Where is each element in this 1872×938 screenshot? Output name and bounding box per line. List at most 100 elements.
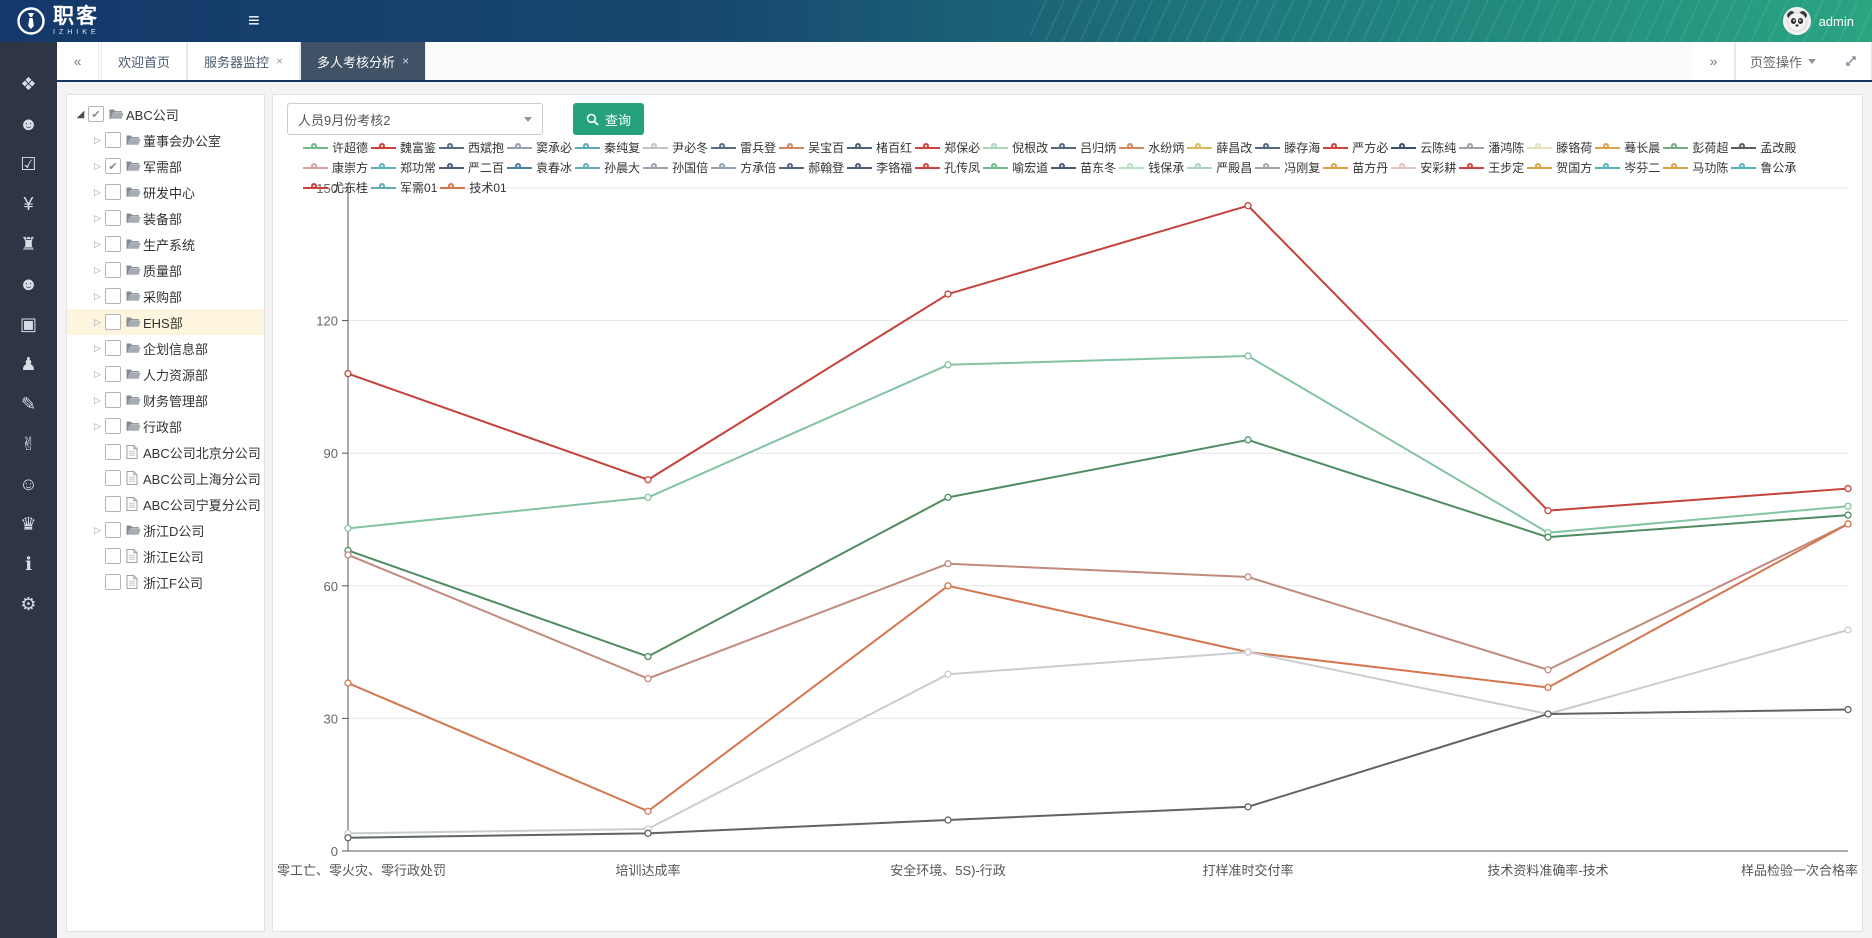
tree-expander-icon[interactable]: ▷: [90, 421, 105, 432]
legend-item[interactable]: 军需01: [371, 181, 437, 194]
legend-item[interactable]: 吕归炳: [1051, 141, 1116, 154]
legend-item[interactable]: 技术01: [440, 181, 506, 194]
legend-item[interactable]: 岑芬二: [1595, 161, 1660, 174]
tree-item[interactable]: ▷装备部: [67, 205, 264, 231]
tree-expander-icon[interactable]: ▷: [90, 395, 105, 406]
tree-expander-icon[interactable]: ▷: [90, 161, 105, 172]
legend-item[interactable]: 雷兵登: [711, 141, 776, 154]
legend-item[interactable]: 严方必: [1323, 141, 1388, 154]
sidebar-education-cap-icon[interactable]: ✎: [0, 384, 57, 424]
tree-expander-icon[interactable]: ▷: [90, 369, 105, 380]
sidebar-team-icon[interactable]: ☻: [0, 264, 57, 304]
tree-checkbox[interactable]: [105, 132, 121, 148]
legend-item[interactable]: 鲁公承: [1731, 161, 1796, 174]
legend-item[interactable]: 孙国倍: [643, 161, 708, 174]
tree-expander-icon[interactable]: ▷: [90, 291, 105, 302]
tree-checkbox[interactable]: [105, 184, 121, 200]
sidebar-briefcase-icon[interactable]: ▣: [0, 304, 57, 344]
tree-item[interactable]: ◢✔ABC公司: [67, 101, 264, 127]
tree-expander-icon[interactable]: ▷: [90, 135, 105, 146]
legend-item[interactable]: 滕铬荷: [1527, 141, 1592, 154]
tree-expander-icon[interactable]: ▷: [90, 525, 105, 536]
legend-item[interactable]: 尹必冬: [643, 141, 708, 154]
legend-item[interactable]: 苗东冬: [1051, 161, 1116, 174]
tree-checkbox[interactable]: [105, 210, 121, 226]
sidebar-user-icon[interactable]: ☺: [0, 464, 57, 504]
legend-item[interactable]: 苗方丹: [1323, 161, 1388, 174]
legend-item[interactable]: 马功陈: [1663, 161, 1728, 174]
tab-服务器监控[interactable]: 服务器监控×: [187, 42, 300, 80]
tree-item[interactable]: ▷财务管理部: [67, 387, 264, 413]
tree-checkbox[interactable]: ✔: [88, 106, 104, 122]
legend-item[interactable]: 彭荷超: [1663, 141, 1728, 154]
legend-item[interactable]: 窦承必: [507, 141, 572, 154]
tabs-scroll-left-button[interactable]: «: [57, 42, 99, 80]
tree-item[interactable]: ▷浙江D公司: [67, 517, 264, 543]
legend-item[interactable]: 冯刚复: [1255, 161, 1320, 174]
legend-item[interactable]: 水纷炳: [1119, 141, 1184, 154]
sidebar-talent-icon[interactable]: ✌: [0, 424, 57, 464]
tree-checkbox[interactable]: [105, 418, 121, 434]
hamburger-menu-icon[interactable]: ≡: [248, 10, 260, 33]
legend-item[interactable]: 许超德: [303, 141, 368, 154]
legend-item[interactable]: 潘鸿陈: [1459, 141, 1524, 154]
tab-多人考核分析[interactable]: 多人考核分析×: [300, 42, 426, 80]
performance-line-chart[interactable]: 0306090120150零工亡、零火灾、零行政处罚培训达成率安全环境、5S)-…: [273, 95, 1863, 931]
legend-item[interactable]: 安彩耕: [1391, 161, 1456, 174]
tree-item[interactable]: 浙江E公司: [67, 543, 264, 569]
tab-欢迎首页[interactable]: 欢迎首页: [101, 42, 187, 80]
legend-item[interactable]: 孙晨大: [575, 161, 640, 174]
tree-item[interactable]: ▷行政部: [67, 413, 264, 439]
tree-checkbox[interactable]: [105, 366, 121, 382]
sidebar-user-group-icon[interactable]: ☻: [0, 104, 57, 144]
tree-item[interactable]: ▷企划信息部: [67, 335, 264, 361]
tabs-scroll-right-button[interactable]: »: [1693, 42, 1735, 80]
tree-item[interactable]: ▷研发中心: [67, 179, 264, 205]
tree-checkbox[interactable]: [105, 496, 121, 512]
tree-checkbox[interactable]: ✔: [105, 158, 121, 174]
sidebar-approval-check-icon[interactable]: ☑: [0, 144, 57, 184]
tab-close-icon[interactable]: ×: [402, 54, 409, 68]
legend-item[interactable]: 云陈纯: [1391, 141, 1456, 154]
legend-item[interactable]: 郑保必: [915, 141, 980, 154]
legend-item[interactable]: 康崇方: [303, 161, 368, 174]
legend-item[interactable]: 尤东桂: [303, 181, 368, 194]
legend-item[interactable]: 蓦长晨: [1595, 141, 1660, 154]
tree-expander-icon[interactable]: ▷: [90, 213, 105, 224]
tree-item[interactable]: ABC公司北京分公司: [67, 439, 264, 465]
legend-item[interactable]: 郝翰登: [779, 161, 844, 174]
sidebar-salary-yen-icon[interactable]: ¥: [0, 184, 57, 224]
tree-checkbox[interactable]: [105, 288, 121, 304]
legend-item[interactable]: 秦纯复: [575, 141, 640, 154]
legend-item[interactable]: 倪根改: [983, 141, 1048, 154]
tree-item[interactable]: ▷董事会办公室: [67, 127, 264, 153]
legend-item[interactable]: 李铬福: [847, 161, 912, 174]
tree-item[interactable]: ▷EHS部: [67, 309, 264, 335]
tree-item[interactable]: ▷✔军需部: [67, 153, 264, 179]
tree-expander-icon[interactable]: ◢: [73, 109, 88, 120]
legend-item[interactable]: 西斌抱: [439, 141, 504, 154]
legend-item[interactable]: 严二百: [439, 161, 504, 174]
legend-item[interactable]: 魏富鉴: [371, 141, 436, 154]
tree-checkbox[interactable]: [105, 236, 121, 252]
tree-checkbox[interactable]: [105, 574, 121, 590]
legend-item[interactable]: 滕存海: [1255, 141, 1320, 154]
tree-expander-icon[interactable]: ▷: [90, 265, 105, 276]
legend-item[interactable]: 钱保承: [1119, 161, 1184, 174]
tree-expander-icon[interactable]: ▷: [90, 317, 105, 328]
user-avatar[interactable]: [1783, 7, 1811, 35]
tree-checkbox[interactable]: [105, 548, 121, 564]
legend-item[interactable]: 王步定: [1459, 161, 1524, 174]
tab-close-icon[interactable]: ×: [276, 54, 283, 68]
tree-expander-icon[interactable]: ▷: [90, 239, 105, 250]
legend-item[interactable]: 方承倍: [711, 161, 776, 174]
tree-checkbox[interactable]: [105, 444, 121, 460]
sidebar-settings-gear-icon[interactable]: ⚙: [0, 584, 57, 624]
tree-checkbox[interactable]: [105, 262, 121, 278]
legend-item[interactable]: 薛昌改: [1187, 141, 1252, 154]
tree-checkbox[interactable]: [105, 470, 121, 486]
tree-checkbox[interactable]: [105, 522, 121, 538]
tree-expander-icon[interactable]: ▷: [90, 187, 105, 198]
legend-item[interactable]: 袁春冰: [507, 161, 572, 174]
legend-item[interactable]: 吴宝百: [779, 141, 844, 154]
